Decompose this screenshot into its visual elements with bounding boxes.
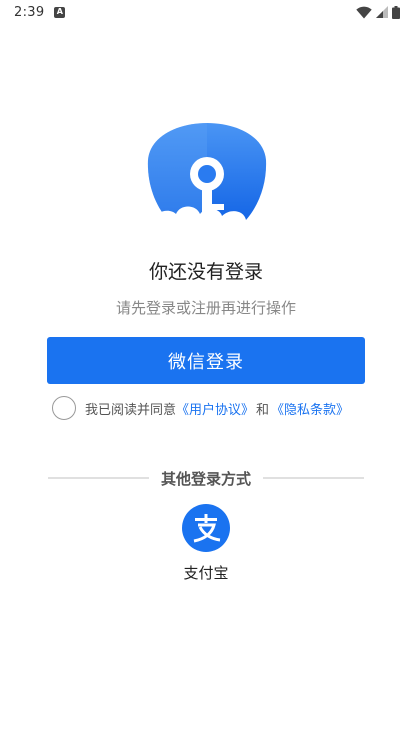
battery-icon (392, 5, 400, 19)
page-title: 你还没有登录 (148, 261, 263, 283)
alipay-icon[interactable] (182, 504, 230, 552)
wifi-icon (356, 6, 372, 18)
cell-signal-icon (376, 6, 388, 18)
alipay-login[interactable]: 支付宝 (176, 504, 236, 583)
key-illustration (146, 122, 268, 234)
page-subtitle: 请先登录或注册再进行操作 (115, 299, 296, 317)
privacy-policy-link[interactable]: 《隐私条款》 (271, 399, 349, 418)
status-left: 2:39 A (14, 4, 66, 20)
agreement-row: 我已阅读并同意 《用户协议》 和 《隐私条款》 (52, 396, 349, 420)
notification-icon: A (54, 6, 66, 18)
status-bar: 2:39 A (0, 0, 412, 24)
status-right (356, 5, 400, 19)
divider-line-right (263, 477, 365, 479)
agreement-checkbox[interactable] (52, 396, 76, 420)
alipay-label: 支付宝 (183, 564, 229, 582)
other-login-divider: 其他登录方式 (48, 467, 365, 489)
login-screen: 2:39 A 你还没有登录 请先登录或注册再进行操作 微信登录 我已阅读并同意 … (0, 0, 412, 732)
agreement-prefix: 我已阅读并同意 (85, 402, 177, 418)
agreement-conjunction: 和 (256, 402, 270, 418)
key-icon (147, 123, 267, 234)
user-agreement-link[interactable]: 《用户协议》 (176, 399, 254, 418)
wechat-login-button[interactable]: 微信登录 (47, 337, 365, 384)
alipay-logo-glyph (193, 514, 221, 543)
divider-line-left (48, 477, 149, 479)
other-login-heading: 其他登录方式 (161, 469, 252, 488)
status-time: 2:39 (14, 4, 45, 20)
